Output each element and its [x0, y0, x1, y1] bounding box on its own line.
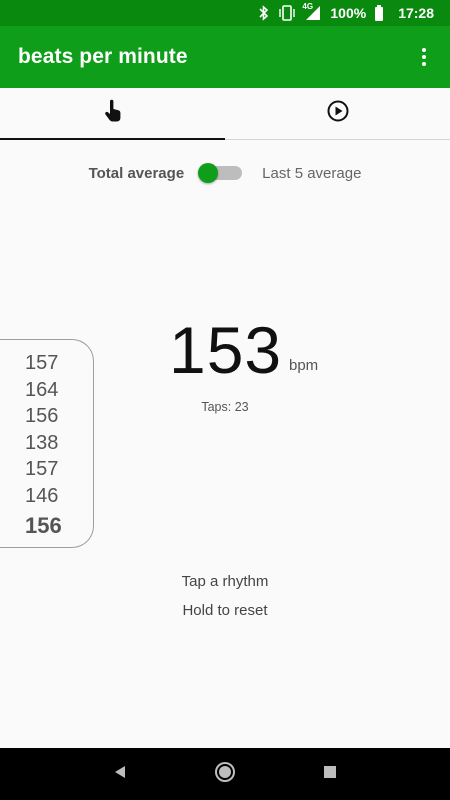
home-circle-icon: [214, 761, 236, 788]
total-average-label: Total average: [88, 164, 185, 182]
battery-icon: [374, 5, 384, 21]
network-label: 4G: [302, 2, 314, 11]
battery-percent: 100%: [330, 5, 367, 21]
recents-button[interactable]: [310, 754, 350, 794]
tab-bar: [0, 88, 450, 140]
history-item: 146: [25, 484, 59, 507]
bluetooth-icon: [258, 5, 270, 21]
status-bar: 4G 100% 17:28: [0, 0, 450, 26]
home-button[interactable]: [205, 754, 245, 794]
tap-hand-icon: [103, 99, 123, 128]
back-triangle-icon: [113, 765, 127, 784]
history-item: 157: [25, 458, 59, 481]
app-title: beats per minute: [18, 45, 188, 68]
recents-square-icon: [323, 765, 337, 784]
tab-play[interactable]: [225, 88, 450, 139]
bpm-unit: bpm: [289, 357, 319, 374]
bpm-history-list: 157 164 156 138 157 146 156: [0, 339, 94, 548]
switch-thumb: [198, 163, 219, 183]
tap-count: Taps: 23: [201, 400, 249, 414]
clock-time: 17:28: [398, 5, 434, 21]
history-item: 157: [25, 352, 59, 374]
average-mode-switch[interactable]: [196, 161, 243, 185]
last-5-average-label: Last 5 average: [262, 164, 362, 182]
play-circle-icon: [327, 100, 349, 127]
average-toggle-row: Total average Last 5 average: [0, 158, 450, 188]
signal-4g-icon: 4G: [302, 2, 322, 21]
more-options-icon[interactable]: [410, 43, 438, 71]
back-button[interactable]: [100, 754, 140, 794]
tap-hint: Tap a rhythm: [181, 573, 269, 590]
history-item: 138: [25, 431, 59, 454]
bpm-value: 153: [169, 313, 283, 387]
vibrate-icon: [278, 5, 296, 21]
app-bar: beats per minute: [0, 26, 450, 88]
reset-hint: Hold to reset: [182, 602, 268, 619]
navigation-bar: [0, 748, 450, 800]
history-latest-item: 156: [25, 512, 62, 538]
tab-tap[interactable]: [0, 88, 225, 140]
